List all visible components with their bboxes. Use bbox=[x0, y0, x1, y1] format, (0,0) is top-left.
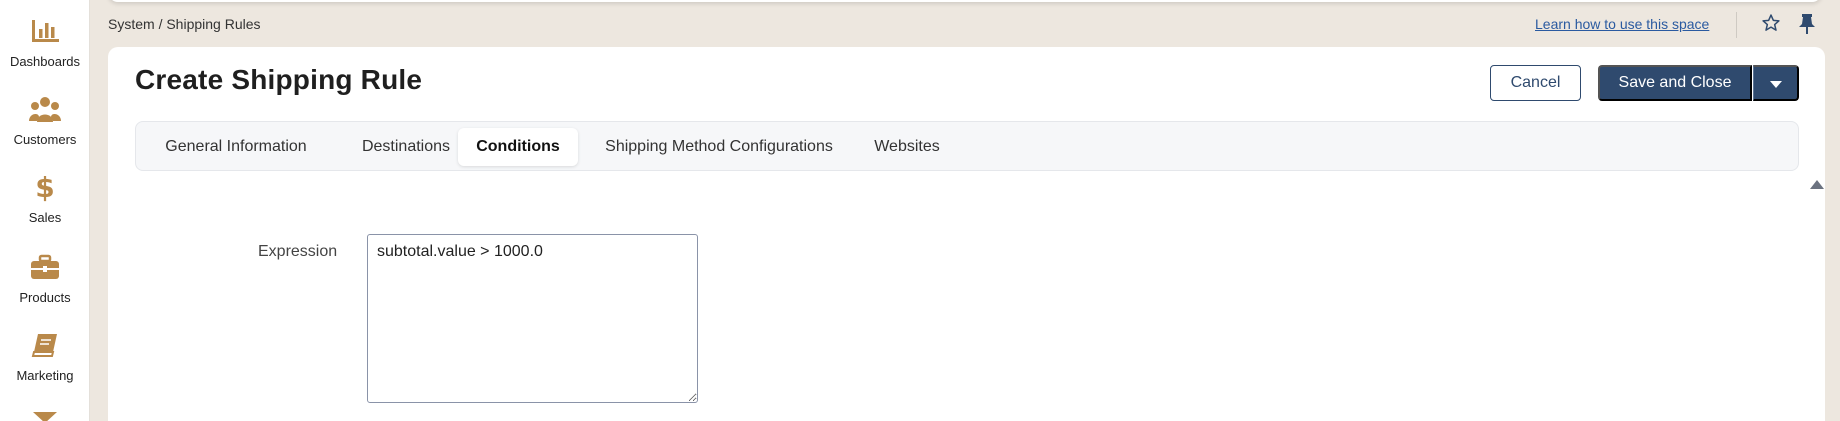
star-icon[interactable] bbox=[1761, 13, 1781, 38]
caret-down-icon bbox=[1769, 76, 1782, 91]
scroll-up-icon[interactable] bbox=[1810, 176, 1824, 194]
sidebar-item-label: Products bbox=[19, 290, 71, 305]
breadcrumb[interactable]: System / Shipping Rules bbox=[108, 16, 261, 32]
main-panel bbox=[108, 47, 1825, 421]
help-link[interactable]: Learn how to use this space bbox=[1535, 16, 1709, 32]
sidebar-item-sales[interactable]: $ Sales bbox=[0, 170, 90, 226]
expression-label: Expression bbox=[258, 243, 338, 260]
tab-general-information[interactable]: General Information bbox=[146, 128, 326, 166]
save-options-toggle[interactable] bbox=[1753, 65, 1799, 101]
sidebar-item-dashboards[interactable]: Dashboards bbox=[0, 14, 90, 69]
header-divider bbox=[1736, 12, 1737, 38]
bar-chart-icon bbox=[28, 14, 62, 48]
sidebar-item-label: Dashboards bbox=[9, 54, 81, 69]
dollar-icon: $ bbox=[35, 170, 55, 204]
cancel-button[interactable]: Cancel bbox=[1490, 65, 1581, 101]
sidebar: Dashboards Customers $ Sales Products Ma… bbox=[0, 0, 90, 421]
page-title: Create Shipping Rule bbox=[135, 64, 423, 95]
tab-conditions[interactable]: Conditions bbox=[458, 128, 578, 166]
top-card-edge bbox=[108, 0, 1822, 2]
sidebar-item-label: Sales bbox=[28, 210, 62, 225]
tab-destinations[interactable]: Destinations bbox=[336, 128, 476, 166]
users-icon bbox=[28, 92, 62, 126]
book-icon bbox=[28, 328, 62, 362]
chevron-down-icon[interactable] bbox=[33, 410, 57, 421]
sidebar-item-marketing[interactable]: Marketing bbox=[0, 328, 90, 383]
sidebar-item-label: Marketing bbox=[16, 368, 74, 383]
expression-textarea[interactable]: subtotal.value > 1000.0 bbox=[367, 234, 698, 403]
tab-bar: General Information Destinations Conditi… bbox=[135, 121, 1799, 171]
briefcase-icon bbox=[28, 250, 62, 284]
sidebar-item-products[interactable]: Products bbox=[0, 250, 90, 305]
pin-icon[interactable] bbox=[1798, 13, 1816, 40]
save-and-close-button[interactable]: Save and Close bbox=[1598, 65, 1752, 101]
sidebar-item-customers[interactable]: Customers bbox=[0, 92, 90, 147]
sidebar-item-label: Customers bbox=[13, 132, 77, 147]
tab-websites[interactable]: Websites bbox=[862, 128, 952, 166]
tab-shipping-method-configurations[interactable]: Shipping Method Configurations bbox=[588, 128, 850, 166]
